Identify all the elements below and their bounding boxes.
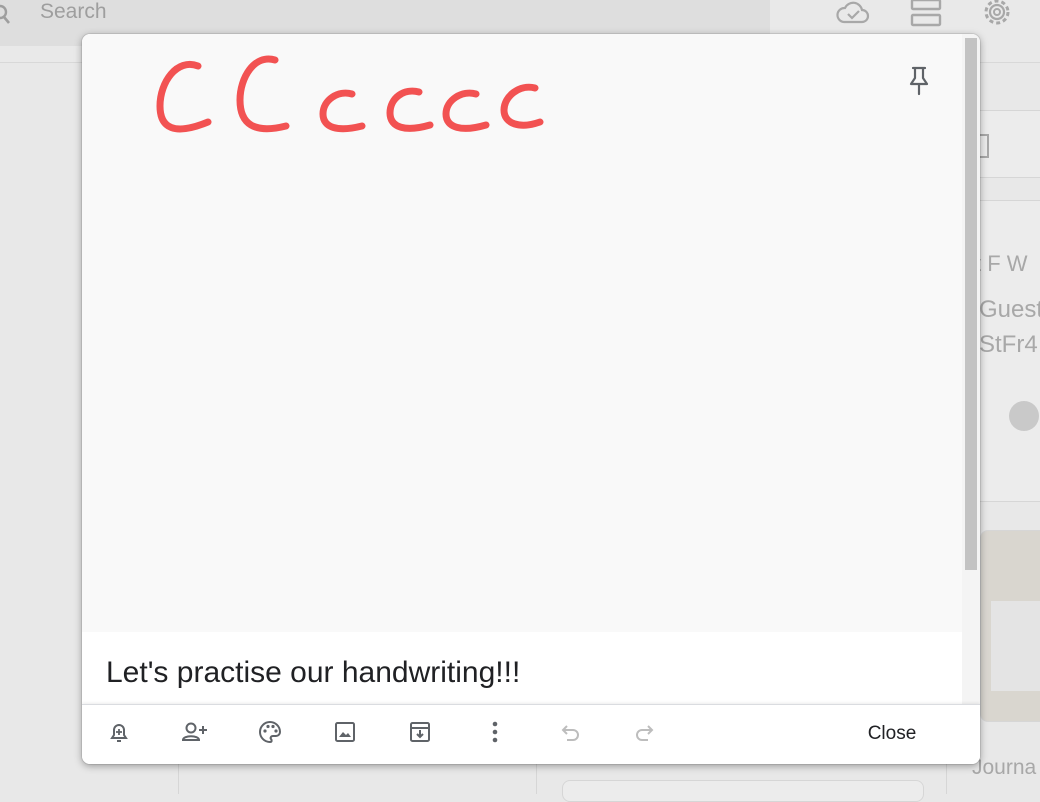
collaborator-icon: [181, 720, 209, 749]
background-bottom-label: Journa: [972, 756, 1037, 779]
search-icon: [0, 2, 16, 37]
drawing-canvas[interactable]: [82, 34, 962, 632]
dialog-scrollbar-thumb[interactable]: [965, 38, 977, 570]
background-card-title: t F W: [975, 251, 1028, 276]
remind-me-icon: [108, 720, 130, 749]
background-divider: [946, 764, 947, 794]
avatar: [1009, 401, 1039, 431]
add-image-icon: [334, 721, 356, 748]
pin-icon: [904, 66, 934, 102]
pin-note-button[interactable]: [904, 64, 934, 98]
more-options-button[interactable]: [480, 719, 510, 749]
archive-icon: [409, 721, 431, 748]
background-divider: [178, 764, 179, 794]
remind-me-button[interactable]: [104, 719, 134, 749]
handwriting-drawing: [156, 55, 544, 133]
archive-button[interactable]: [405, 719, 435, 749]
cloud-check-icon[interactable]: [836, 0, 870, 31]
add-image-button[interactable]: [330, 719, 360, 749]
background-card-line: StFr4: [979, 331, 1038, 358]
background-card-image[interactable]: [980, 530, 1040, 722]
background-card-line: Guest: [979, 296, 1040, 323]
collaborator-button[interactable]: [180, 719, 210, 749]
background-divider: [536, 764, 537, 794]
search-placeholder: Search: [40, 0, 107, 23]
undo-button[interactable]: [555, 719, 585, 749]
note-editor-dialog: Let's practise our handwriting!!! Close: [82, 34, 980, 764]
redo-button[interactable]: [630, 719, 660, 749]
more-vert-icon: [490, 720, 500, 749]
background-card-image-preview: [991, 601, 1040, 691]
close-button[interactable]: Close: [844, 717, 940, 751]
background-card-bottom: [562, 780, 924, 802]
undo-icon: [559, 722, 581, 747]
redo-icon: [634, 722, 656, 747]
palette-icon: [258, 720, 282, 749]
settings-gear-icon[interactable]: [980, 0, 1014, 33]
background-options-button[interactable]: [255, 719, 285, 749]
list-view-icon[interactable]: [908, 0, 944, 33]
note-title[interactable]: Let's practise our handwriting!!!: [106, 656, 520, 690]
note-toolbar: Close: [82, 704, 980, 764]
